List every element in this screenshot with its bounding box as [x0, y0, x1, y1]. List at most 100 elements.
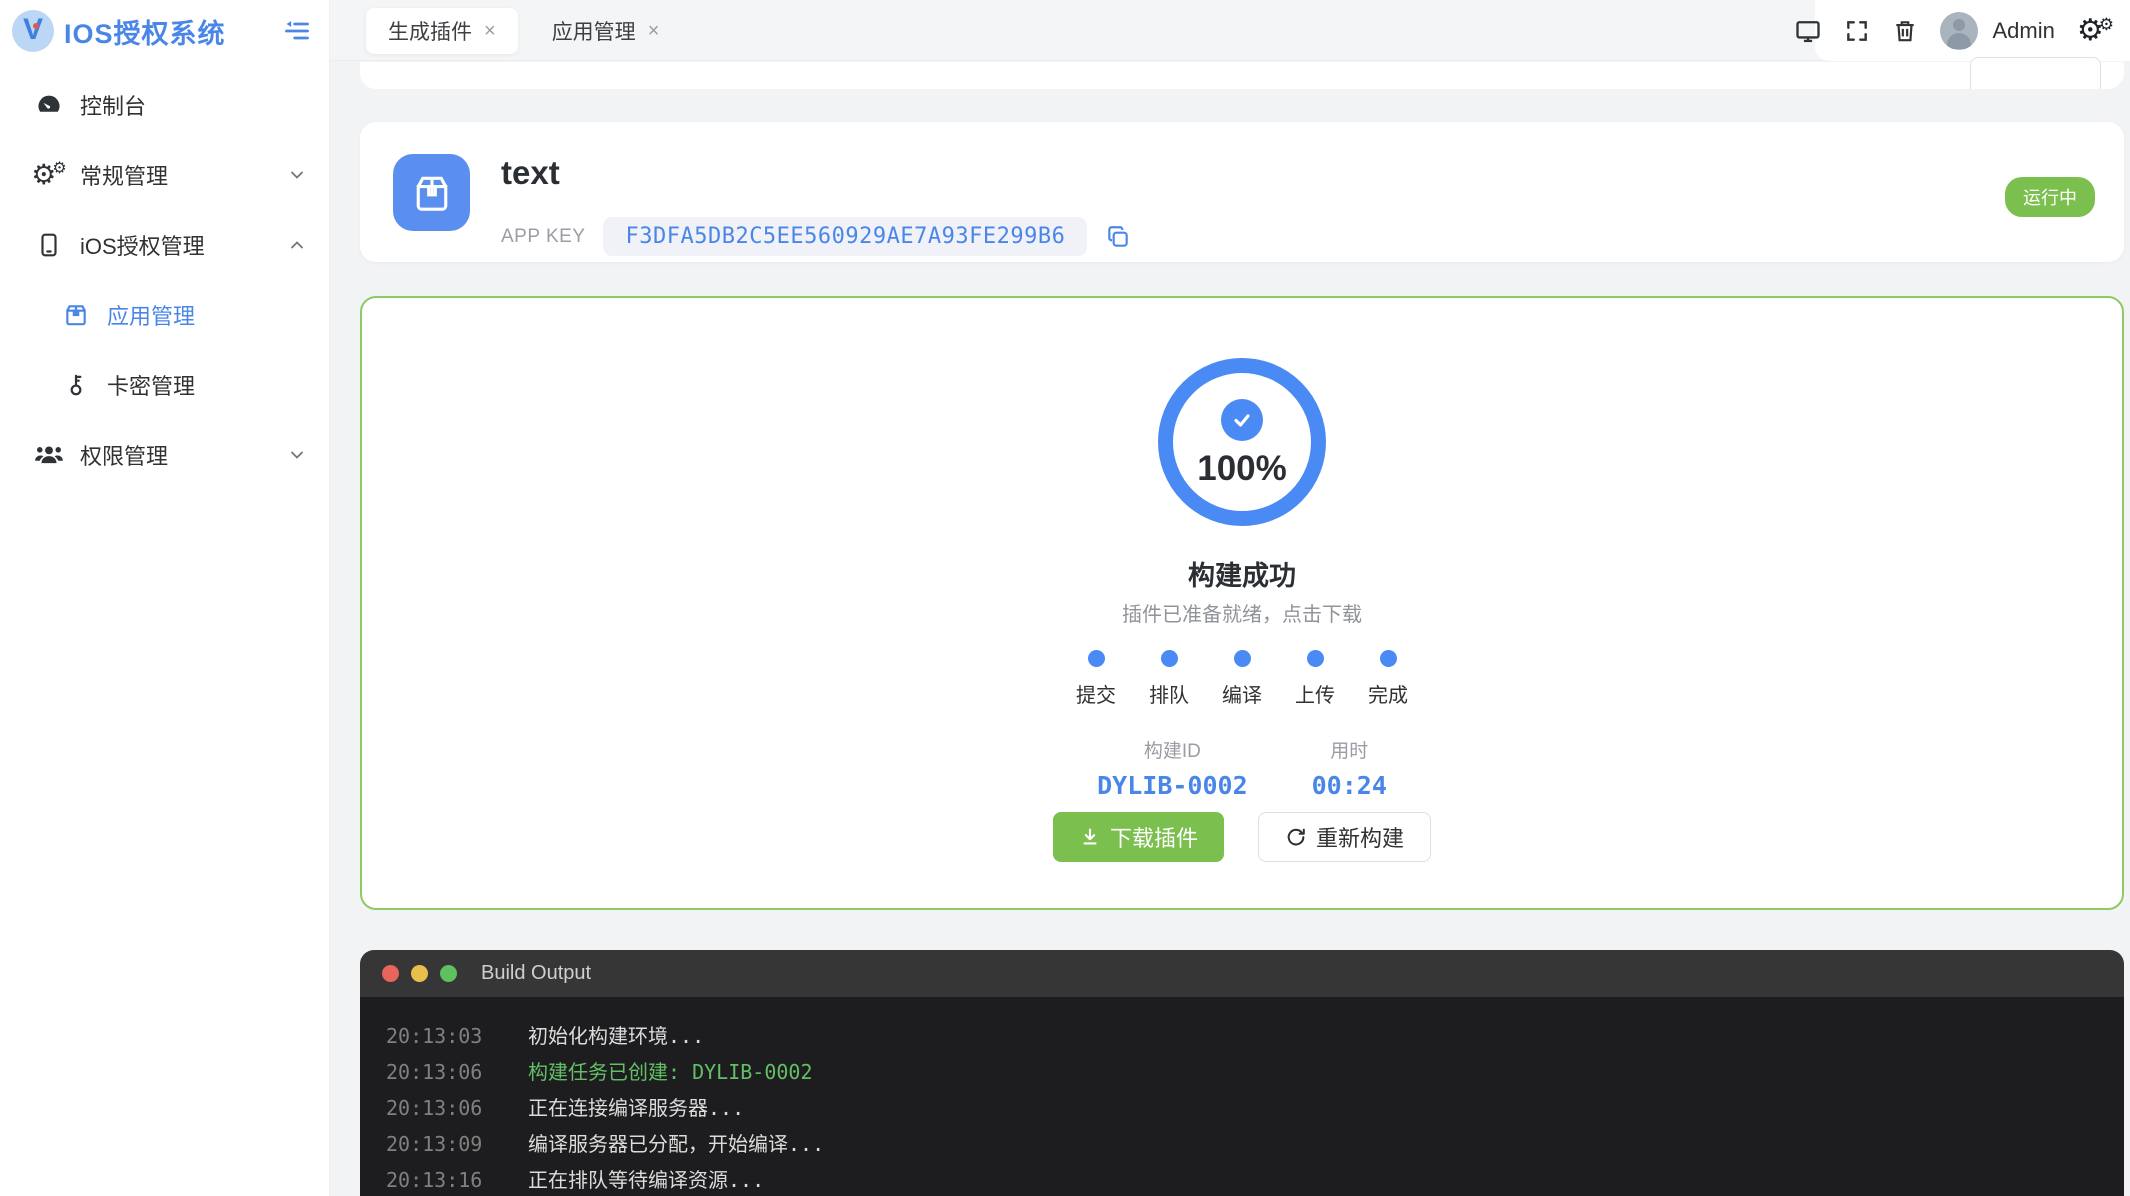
- sidebar-item-general[interactable]: ⚙ ⚙ 常规管理: [0, 148, 329, 202]
- fullscreen-icon[interactable]: [1844, 18, 1870, 44]
- log-message: 构建任务已创建: DYLIB-0002: [528, 1060, 813, 1084]
- mobile-icon: [34, 231, 64, 259]
- build-status-subtitle: 插件已准备就绪，点击下载: [1122, 604, 1362, 626]
- sidebar-item-label: iOS授权管理: [80, 234, 205, 259]
- appkey-label: APP KEY: [501, 225, 586, 247]
- monitor-icon[interactable]: [1794, 17, 1822, 45]
- sidebar-item-label: 卡密管理: [107, 374, 196, 399]
- package-icon: [61, 302, 91, 328]
- tab-label: 生成插件: [388, 21, 472, 44]
- log-message: 正在排队等待编译资源...: [528, 1168, 765, 1192]
- sidebar-collapse-icon[interactable]: [283, 17, 311, 45]
- log-message: 正在连接编译服务器...: [528, 1096, 745, 1120]
- progress-ring: 100%: [1158, 358, 1326, 526]
- sidebar-item-dashboard[interactable]: 控制台: [0, 78, 329, 132]
- build-status-title: 构建成功: [1188, 561, 1296, 591]
- partial-scrolled-button: [1970, 57, 2101, 89]
- build-id-value: DYLIB-0002: [1097, 771, 1248, 800]
- log-line: 20:13:09 编译服务器已分配，开始编译...: [386, 1131, 2098, 1158]
- sidebar-item-label: 常规管理: [80, 164, 169, 189]
- page: V IOS授权系统 控制台 ⚙ ⚙ 常规管理 iOS授权管理 应用管理 卡密管理…: [0, 0, 2130, 1196]
- sidebar-item-app-management[interactable]: 应用管理: [0, 288, 329, 342]
- step-label: 完成: [1368, 685, 1408, 707]
- sidebar-item-permissions[interactable]: 权限管理: [0, 428, 329, 482]
- build-actions: 下载插件 重新构建: [362, 812, 2122, 862]
- key-icon: [61, 371, 91, 399]
- close-icon[interactable]: ×: [484, 21, 496, 41]
- terminal-log: 20:13:03 初始化构建环境... 20:13:06 构建任务已创建: DYLIB…: [360, 997, 2124, 1196]
- rebuild-button[interactable]: 重新构建: [1258, 812, 1432, 862]
- traffic-light-red-icon: [382, 965, 399, 982]
- download-plugin-button[interactable]: 下载插件: [1052, 812, 1224, 862]
- appkey-row: APP KEY F3DFA5DB2C5EE560929AE7A93FE299B6: [501, 217, 1131, 256]
- build-step: 排队: [1133, 650, 1206, 708]
- partial-scrolled-card: [360, 62, 2124, 89]
- close-icon[interactable]: ×: [648, 21, 660, 41]
- step-dot-icon: [1160, 650, 1178, 667]
- log-timestamp: 20:13:03: [386, 1024, 483, 1048]
- build-step: 完成: [1352, 650, 1425, 708]
- download-button-label: 下载插件: [1109, 826, 1198, 851]
- step-label: 上传: [1295, 685, 1335, 707]
- chevron-down-icon: [287, 165, 307, 185]
- log-timestamp: 20:13:16: [386, 1168, 483, 1192]
- tab-generate-plugin[interactable]: 生成插件 ×: [366, 8, 518, 54]
- check-icon: [1221, 399, 1263, 441]
- avatar[interactable]: [1940, 11, 1979, 50]
- chevron-up-icon: [287, 235, 307, 255]
- brand-title: IOS授权系统: [64, 18, 226, 49]
- app-card: text APP KEY F3DFA5DB2C5EE560929AE7A93FE…: [360, 122, 2124, 262]
- build-step: 编译: [1206, 650, 1279, 708]
- step-label: 排队: [1149, 685, 1189, 707]
- gears-icon: ⚙ ⚙: [31, 159, 67, 190]
- tab-bar: 生成插件 × 应用管理 ×: [366, 8, 681, 54]
- terminal-header: Build Output: [360, 950, 2124, 997]
- build-output-terminal: Build Output 20:13:03 初始化构建环境... 20:13:06 构…: [360, 950, 2124, 1196]
- user-name: Admin: [1992, 17, 2055, 43]
- duration-label: 用时: [1330, 741, 1369, 762]
- app-logo-icon: V: [12, 10, 54, 52]
- build-step: 提交: [1060, 650, 1133, 708]
- sidebar-item-label: 应用管理: [107, 304, 196, 329]
- settings-gear-icon[interactable]: ⚙⚙: [2077, 15, 2114, 46]
- tab-label: 应用管理: [551, 21, 636, 44]
- log-timestamp: 20:13:09: [386, 1132, 483, 1156]
- build-id-block: 构建ID DYLIB-0002: [1097, 736, 1248, 800]
- sidebar-menu: 控制台 ⚙ ⚙ 常规管理 iOS授权管理 应用管理 卡密管理 权限管理: [0, 62, 329, 482]
- appkey-value: F3DFA5DB2C5EE560929AE7A93FE299B6: [603, 217, 1088, 256]
- tab-app-management[interactable]: 应用管理 ×: [530, 8, 682, 54]
- users-icon: [34, 441, 64, 469]
- dashboard-icon: [34, 91, 64, 119]
- app-package-icon: [393, 154, 470, 231]
- log-timestamp: 20:13:06: [386, 1096, 483, 1120]
- step-label: 提交: [1076, 685, 1116, 707]
- log-message: 编译服务器已分配，开始编译...: [528, 1132, 825, 1156]
- step-dot-icon: [1233, 650, 1251, 667]
- log-line: 20:13:16 正在排队等待编译资源...: [386, 1167, 2098, 1194]
- duration-value: 00:24: [1311, 771, 1387, 800]
- build-result-panel: 100% 构建成功 插件已准备就绪，点击下载 提交 排队 编译 上传 完成 构建ID D…: [360, 296, 2124, 910]
- progress-percent: 100%: [1197, 449, 1287, 488]
- step-dot-icon: [1087, 650, 1105, 667]
- copy-icon[interactable]: [1105, 224, 1131, 250]
- step-dot-icon: [1306, 650, 1324, 667]
- build-id-label: 构建ID: [1143, 741, 1201, 762]
- download-icon: [1079, 826, 1101, 848]
- sidebar-item-cardkey-management[interactable]: 卡密管理: [0, 358, 329, 412]
- trash-icon[interactable]: [1892, 17, 1918, 45]
- chevron-down-icon: [287, 445, 307, 465]
- traffic-light-green-icon: [440, 965, 457, 982]
- log-timestamp: 20:13:06: [386, 1060, 483, 1084]
- terminal-title: Build Output: [481, 962, 592, 984]
- sidebar-item-ios-auth[interactable]: iOS授权管理: [0, 218, 329, 272]
- traffic-light-yellow-icon: [411, 965, 428, 982]
- status-badge: 运行中: [2005, 177, 2095, 217]
- log-line: 20:13:06 正在连接编译服务器...: [386, 1095, 2098, 1122]
- duration-block: 用时 00:24: [1312, 736, 1387, 800]
- build-meta: 构建ID DYLIB-0002 用时 00:24: [362, 736, 2122, 800]
- build-steps: 提交 排队 编译 上传 完成: [362, 650, 2122, 708]
- sidebar-logo-row: V IOS授权系统: [0, 0, 329, 62]
- app-name: text: [501, 154, 560, 191]
- sidebar-item-label: 控制台: [80, 94, 147, 119]
- sidebar-item-label: 权限管理: [80, 444, 169, 469]
